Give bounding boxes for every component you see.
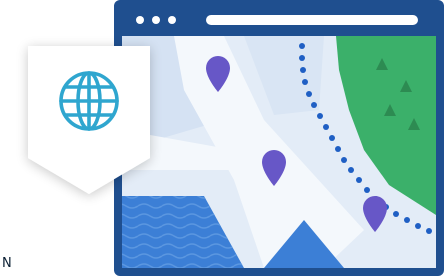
route-dot: [329, 135, 335, 141]
illustration: N: [0, 0, 445, 278]
route-dot: [364, 187, 370, 193]
route-dot: [311, 102, 317, 108]
route-dot: [415, 223, 421, 229]
route-dot: [356, 177, 362, 183]
route-dot: [404, 217, 410, 223]
route-dot: [348, 167, 354, 173]
route-dot: [426, 228, 432, 234]
route-dot: [299, 55, 305, 61]
route-dot: [341, 157, 347, 163]
address-bar: [206, 15, 418, 25]
route-dot: [393, 211, 399, 217]
route-dot: [335, 146, 341, 152]
shield-badge-graphic: [28, 46, 150, 194]
route-dot: [306, 91, 312, 97]
route-dot: [317, 113, 323, 119]
window-control-dot: [152, 16, 160, 24]
window-control-dot: [168, 16, 176, 24]
route-dot: [302, 79, 308, 85]
route-dot: [300, 67, 306, 73]
stray-character: N: [2, 256, 12, 271]
window-control-dot: [136, 16, 144, 24]
route-dot: [323, 124, 329, 130]
globe-icon: [59, 71, 119, 131]
route-dot: [299, 43, 305, 49]
shield-badge: [0, 30, 182, 216]
